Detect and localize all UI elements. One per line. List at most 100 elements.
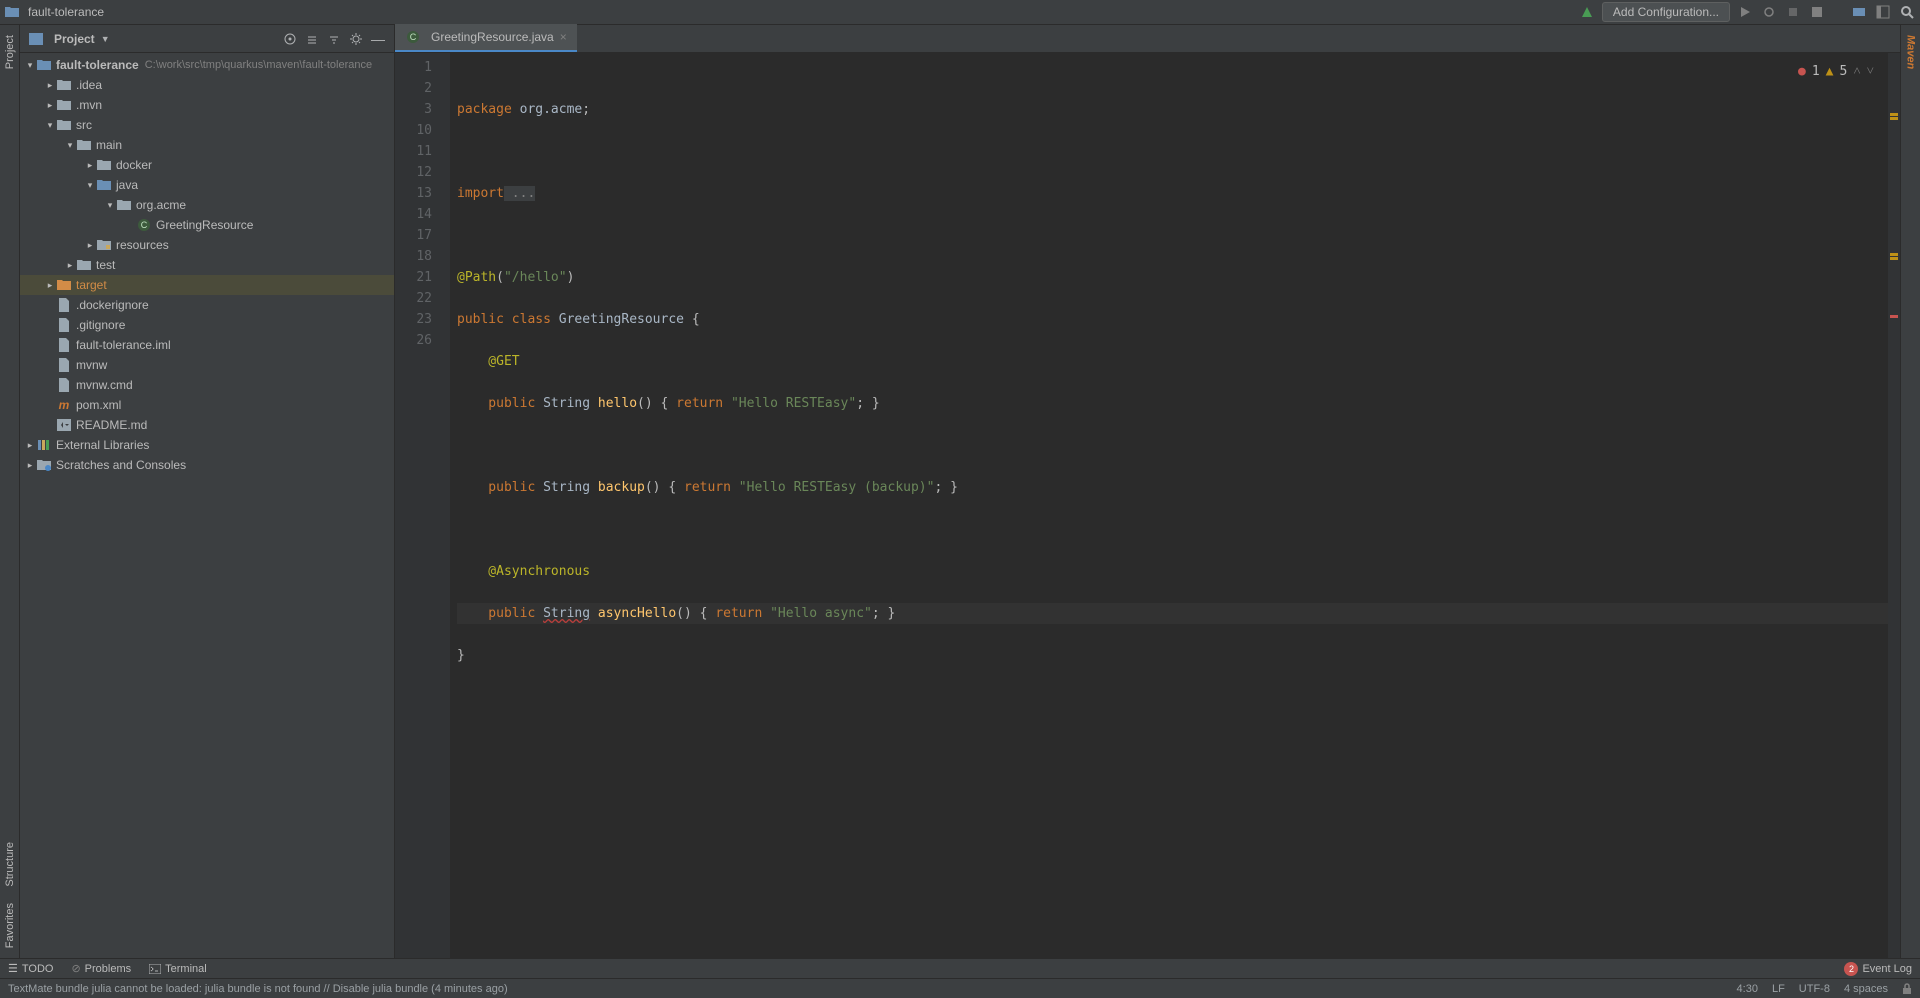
- warning-marker[interactable]: [1890, 257, 1898, 260]
- status-message: TextMate bundle julia cannot be loaded: …: [8, 983, 508, 995]
- tree-item-main[interactable]: ▾ main: [20, 135, 394, 155]
- collapse-all-icon[interactable]: [326, 31, 342, 47]
- tree-item-gitignore[interactable]: .gitignore: [20, 315, 394, 335]
- tree-item-scratches[interactable]: ▸ Scratches and Consoles: [20, 455, 394, 475]
- line-number-gutter: 1 2 3 10 11 12 13 14 17 18 21 22 23 26: [395, 53, 451, 958]
- warning-count: 5: [1839, 61, 1847, 82]
- cursor-position[interactable]: 4:30: [1737, 983, 1758, 995]
- project-panel-header: Project ▼ —: [20, 25, 394, 53]
- maven-tool-button[interactable]: Maven: [1905, 35, 1917, 69]
- settings-icon[interactable]: [348, 31, 364, 47]
- module-icon: [36, 57, 52, 73]
- package-icon: [116, 197, 132, 213]
- tree-item-idea[interactable]: ▸ .idea: [20, 75, 394, 95]
- folder-icon: [76, 137, 92, 153]
- warning-icon: ▲: [1826, 61, 1834, 82]
- git-icon[interactable]: [1850, 3, 1868, 21]
- problems-tool-button[interactable]: ⊘ Problems: [71, 962, 131, 975]
- file-icon: [56, 317, 72, 333]
- file-icon: [56, 337, 72, 353]
- class-icon: C: [405, 29, 421, 45]
- warning-marker[interactable]: [1890, 253, 1898, 256]
- debug-icon[interactable]: [1760, 3, 1778, 21]
- build-icon[interactable]: [1578, 3, 1596, 21]
- folder-icon: [56, 97, 72, 113]
- add-configuration-button[interactable]: Add Configuration...: [1602, 2, 1730, 22]
- folder-icon: [56, 77, 72, 93]
- tree-item-test[interactable]: ▸ test: [20, 255, 394, 275]
- close-tab-icon[interactable]: ×: [560, 30, 567, 44]
- tree-item-mvnw[interactable]: mvnw: [20, 355, 394, 375]
- source-folder-icon: [96, 177, 112, 193]
- tree-item-class[interactable]: C GreetingResource: [20, 215, 394, 235]
- tree-item-docker[interactable]: ▸ docker: [20, 155, 394, 175]
- stop-icon[interactable]: [1808, 3, 1826, 21]
- tree-root[interactable]: ▾ fault-tolerance C:\work\src\tmp\quarku…: [20, 55, 394, 75]
- project-tool-button[interactable]: Project: [4, 35, 16, 69]
- resources-folder-icon: [96, 237, 112, 253]
- todo-tool-button[interactable]: ☰ TODO: [8, 962, 53, 975]
- project-panel-title: Project: [54, 32, 95, 46]
- tree-root-path: C:\work\src\tmp\quarkus\maven\fault-tole…: [145, 59, 372, 71]
- tree-item-mvn[interactable]: ▸ .mvn: [20, 95, 394, 115]
- tree-item-pom[interactable]: m pom.xml: [20, 395, 394, 415]
- coverage-icon[interactable]: [1784, 3, 1802, 21]
- tree-item-java[interactable]: ▾ java: [20, 175, 394, 195]
- event-log-button[interactable]: 2 Event Log: [1844, 962, 1912, 976]
- editor-area: C GreetingResource.java × 1 2 3 10 11 12…: [395, 25, 1900, 958]
- favorites-tool-button[interactable]: Favorites: [4, 903, 16, 948]
- error-stripe[interactable]: [1888, 53, 1900, 958]
- markdown-icon: [56, 417, 72, 433]
- dropdown-icon[interactable]: ▼: [101, 34, 110, 44]
- maven-icon: m: [56, 397, 72, 413]
- search-everywhere-icon[interactable]: [1898, 3, 1916, 21]
- file-icon: [56, 297, 72, 313]
- project-tree[interactable]: ▾ fault-tolerance C:\work\src\tmp\quarku…: [20, 53, 394, 958]
- tree-item-readme[interactable]: README.md: [20, 415, 394, 435]
- tree-item-iml[interactable]: fault-tolerance.iml: [20, 335, 394, 355]
- warning-marker[interactable]: [1890, 117, 1898, 120]
- indent-setting[interactable]: 4 spaces: [1844, 983, 1888, 995]
- expand-all-icon[interactable]: [304, 31, 320, 47]
- scratches-icon: [36, 457, 52, 473]
- tree-item-dockerignore[interactable]: .dockerignore: [20, 295, 394, 315]
- line-separator[interactable]: LF: [1772, 983, 1785, 995]
- tree-item-src[interactable]: ▾ src: [20, 115, 394, 135]
- tree-item-ext-lib[interactable]: ▸ External Libraries: [20, 435, 394, 455]
- error-marker[interactable]: [1890, 315, 1898, 318]
- prev-highlight-icon[interactable]: ˄: [1853, 61, 1860, 82]
- run-icon[interactable]: [1736, 3, 1754, 21]
- status-bar: TextMate bundle julia cannot be loaded: …: [0, 978, 1920, 998]
- excluded-folder-icon: [56, 277, 72, 293]
- terminal-icon: [149, 964, 161, 974]
- locate-icon[interactable]: [282, 31, 298, 47]
- tree-item-target[interactable]: ▸ target: [20, 275, 394, 295]
- tree-item-resources[interactable]: ▸ resources: [20, 235, 394, 255]
- folder-icon: [56, 117, 72, 133]
- editor-tab[interactable]: C GreetingResource.java ×: [395, 24, 577, 52]
- tab-label: GreetingResource.java: [431, 30, 554, 44]
- hide-icon[interactable]: —: [370, 31, 386, 47]
- terminal-tool-button[interactable]: Terminal: [149, 963, 207, 975]
- folder-icon: [96, 157, 112, 173]
- lock-icon[interactable]: [1902, 983, 1912, 995]
- folder-icon: [76, 257, 92, 273]
- editor-body[interactable]: 1 2 3 10 11 12 13 14 17 18 21 22 23 26 ●…: [395, 53, 1900, 958]
- warning-marker[interactable]: [1890, 113, 1898, 116]
- tree-root-name: fault-tolerance: [56, 58, 139, 72]
- project-name-label: fault-tolerance: [28, 5, 104, 19]
- next-highlight-icon[interactable]: ˅: [1867, 61, 1874, 82]
- code-content[interactable]: ●1 ▲5 ˄ ˅ package org.acme; import ... @…: [451, 53, 1888, 958]
- tree-item-package[interactable]: ▾ org.acme: [20, 195, 394, 215]
- event-count-badge: 2: [1844, 962, 1858, 976]
- file-encoding[interactable]: UTF-8: [1799, 983, 1830, 995]
- structure-tool-button[interactable]: Structure: [4, 842, 16, 887]
- project-view-icon: [28, 31, 44, 47]
- problems-icon: ⊘: [71, 962, 80, 975]
- layout-icon[interactable]: [1874, 3, 1892, 21]
- tree-item-mvnwcmd[interactable]: mvnw.cmd: [20, 375, 394, 395]
- project-title: fault-tolerance: [4, 4, 104, 20]
- inspection-widget[interactable]: ●1 ▲5 ˄ ˅: [1794, 59, 1878, 84]
- folder-icon: [4, 4, 20, 20]
- project-panel: Project ▼ — ▾ fault-tolerance C:\work\sr…: [20, 25, 395, 958]
